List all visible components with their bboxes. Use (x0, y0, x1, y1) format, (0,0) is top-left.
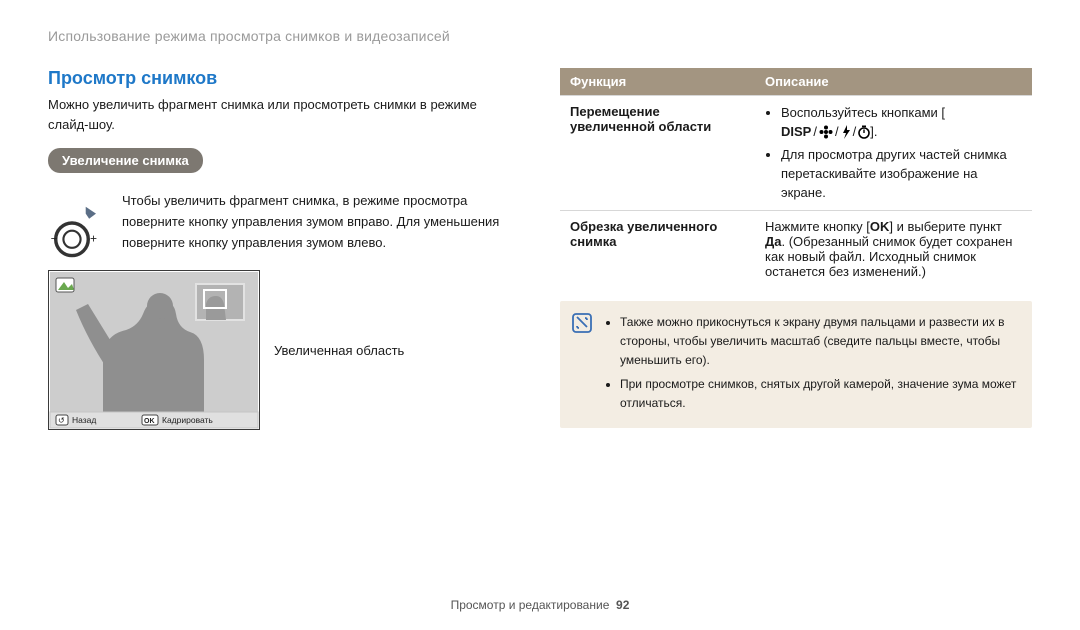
note-box: Также можно прикоснуться к экрану двумя … (560, 301, 1032, 428)
table-row: Перемещение увеличенной области Воспольз… (560, 96, 1032, 211)
section-title: Просмотр снимков (48, 68, 520, 89)
note-item: При просмотре снимков, снятых другой кам… (620, 375, 1018, 412)
preview-screenshot: ↺ Назад OK Кадрировать (48, 270, 260, 430)
note-info-icon (572, 313, 592, 412)
row2-name: Обрезка увеличенного снимка (560, 211, 755, 288)
flash-icon (841, 125, 851, 139)
disp-key-icon: DISP (781, 123, 811, 142)
zoom-dial-icon: − + (48, 205, 108, 258)
back-label: Назад (72, 415, 96, 425)
svg-text:OK: OK (144, 418, 155, 425)
svg-text:↺: ↺ (58, 416, 65, 425)
note-item: Также можно прикоснуться к экрану двумя … (620, 313, 1018, 369)
enlarged-area-label: Увеличенная область (274, 343, 404, 358)
row1-name: Перемещение увеличенной области (560, 96, 755, 211)
crop-label: Кадрировать (162, 415, 213, 425)
svg-text:+: + (90, 232, 97, 246)
ok-key-icon: OK (870, 219, 890, 234)
intro-text: Можно увеличить фрагмент снимка или прос… (48, 95, 520, 134)
zoom-heading-pill: Увеличение снимка (48, 148, 203, 173)
th-function: Функция (560, 68, 755, 96)
function-table: Функция Описание Перемещение увеличенной… (560, 68, 1032, 287)
breadcrumb: Использование режима просмотра снимков и… (48, 28, 1032, 44)
page-footer: Просмотр и редактирование 92 (0, 598, 1080, 612)
svg-text:−: − (51, 232, 58, 246)
zoom-instruction-text: Чтобы увеличить фрагмент снимка, в режим… (122, 191, 520, 253)
timer-icon (858, 125, 870, 139)
row2-desc: Нажмите кнопку [OK] и выберите пункт Да.… (755, 211, 1032, 288)
th-description: Описание (755, 68, 1032, 96)
row1-desc: Воспользуйтесь кнопками [ DISP/ / / ]. Д… (755, 96, 1032, 211)
table-row: Обрезка увеличенного снимка Нажмите кноп… (560, 211, 1032, 288)
flower-icon (819, 125, 833, 139)
